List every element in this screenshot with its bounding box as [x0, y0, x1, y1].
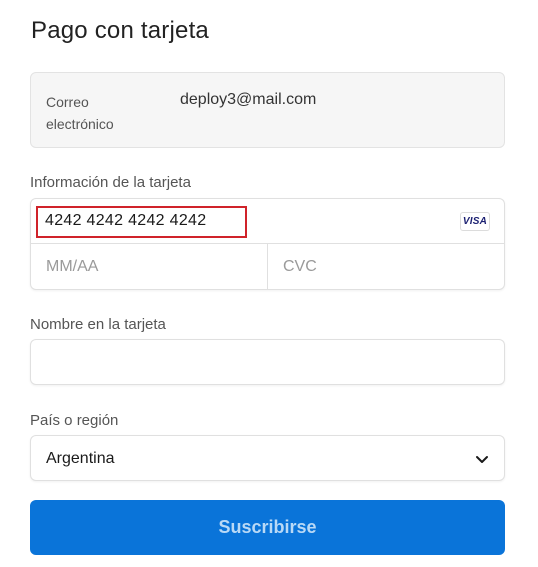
country-select[interactable]: Argentina [30, 435, 505, 481]
card-details-group: 4242 4242 4242 4242 VISA MM/AA CVC [30, 198, 505, 290]
cardholder-name-input[interactable] [30, 339, 505, 385]
chevron-down-icon [476, 456, 488, 463]
email-display: Correo electrónico deploy3@mail.com [30, 72, 505, 148]
card-info-label: Información de la tarjeta [30, 174, 191, 191]
country-label: País o región [30, 412, 119, 429]
email-value: deploy3@mail.com [180, 91, 317, 108]
cardholder-name-label: Nombre en la tarjeta [30, 316, 166, 333]
cvc-input[interactable]: CVC [268, 244, 505, 290]
expiry-input[interactable]: MM/AA [31, 244, 268, 290]
expiry-placeholder: MM/AA [46, 258, 99, 275]
cvc-placeholder: CVC [283, 258, 317, 275]
card-number-input[interactable]: 4242 4242 4242 4242 VISA [31, 199, 504, 244]
visa-card-icon: VISA [460, 212, 490, 231]
country-selected-value: Argentina [46, 450, 115, 467]
highlight-box [36, 206, 247, 238]
page-title: Pago con tarjeta [31, 17, 209, 44]
email-label: Correo electrónico [46, 94, 114, 132]
subscribe-button[interactable]: Suscribirse [30, 500, 505, 555]
